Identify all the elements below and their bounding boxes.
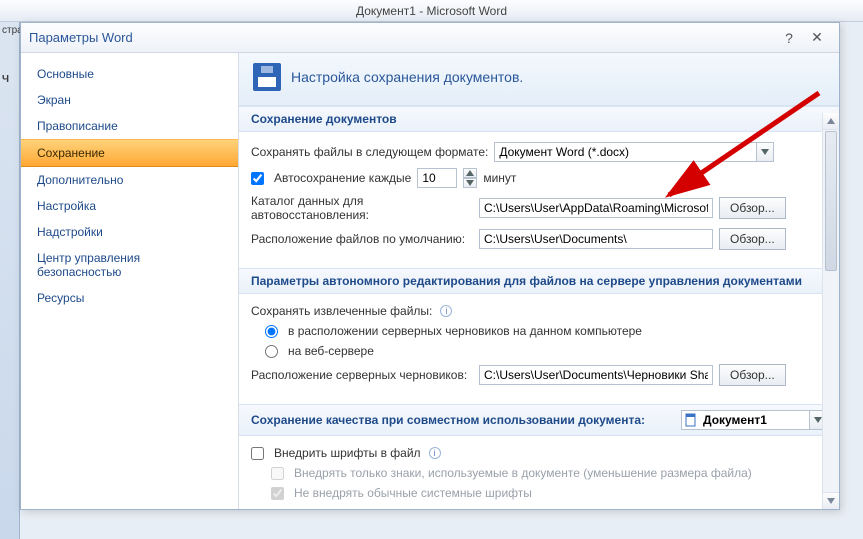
sidebar-item-proofing[interactable]: Правописание <box>21 113 238 139</box>
server-drafts-label: Расположение серверных черновиков: <box>251 368 473 382</box>
section-offline-title: Параметры автономного редактирования для… <box>239 268 839 294</box>
help-icon[interactable]: i <box>429 447 441 459</box>
drafts-server-label: на веб-сервере <box>288 344 374 358</box>
page-heading: Настройка сохранения документов. <box>291 69 523 85</box>
autosave-minutes[interactable] <box>417 168 457 188</box>
section-save-docs-title: Сохранение документов <box>239 106 839 132</box>
server-drafts-path[interactable] <box>479 365 713 385</box>
document-icon <box>681 410 699 430</box>
sidebar-item-customize[interactable]: Настройка <box>21 193 238 219</box>
autosave-label: Автосохранение каждые <box>274 171 411 185</box>
no-system-fonts-label: Не внедрять обычные системные шрифты <box>294 486 532 500</box>
autorecover-browse-button[interactable]: Обзор... <box>719 197 786 219</box>
default-location-label: Расположение файлов по умолчанию: <box>251 232 473 246</box>
default-location-browse-button[interactable]: Обзор... <box>719 228 786 250</box>
drafts-local-label: в расположении серверных черновиков на д… <box>288 324 642 338</box>
close-button[interactable]: ✕ <box>803 29 831 46</box>
embed-used-only-checkbox <box>271 467 284 480</box>
ribbon-strip: стра Ч <box>0 22 20 539</box>
autorecover-path[interactable] <box>479 198 713 218</box>
sidebar-item-trustcenter[interactable]: Центр управления безопасностью <box>21 245 238 285</box>
options-dialog: Параметры Word ? ✕ Основные Экран Правоп… <box>20 22 840 510</box>
server-drafts-browse-button[interactable]: Обзор... <box>719 364 786 386</box>
no-system-fonts-checkbox <box>271 487 284 500</box>
spinner-down-icon[interactable] <box>463 178 477 188</box>
drafts-server-radio[interactable] <box>265 345 278 358</box>
drafts-local-radio[interactable] <box>265 325 278 338</box>
save-icon <box>253 63 281 91</box>
chevron-down-icon[interactable] <box>756 142 774 162</box>
section-font-quality-title: Сохранение качества при совместном испол… <box>239 404 839 436</box>
autosave-checkbox[interactable] <box>251 172 264 185</box>
format-combo[interactable] <box>494 142 774 162</box>
sidebar-item-addins[interactable]: Надстройки <box>21 219 238 245</box>
options-main: Настройка сохранения документов. Сохране… <box>239 53 839 509</box>
scroll-down-icon[interactable] <box>823 492 839 509</box>
vertical-scrollbar[interactable] <box>822 113 839 509</box>
embed-fonts-checkbox[interactable] <box>251 447 264 460</box>
help-icon[interactable]: i <box>440 305 452 317</box>
embed-used-only-label: Внедрять только знаки, используемые в до… <box>294 466 752 480</box>
autosave-unit: минут <box>483 171 516 185</box>
sidebar-item-display[interactable]: Экран <box>21 87 238 113</box>
format-value[interactable] <box>494 142 756 162</box>
sidebar-item-save[interactable]: Сохранение <box>21 139 238 167</box>
embed-fonts-label: Внедрить шрифты в файл <box>274 446 421 460</box>
default-location-path[interactable] <box>479 229 713 249</box>
target-document-value[interactable] <box>699 410 809 430</box>
app-titlebar: Документ1 - Microsoft Word <box>0 0 863 22</box>
options-sidebar: Основные Экран Правописание Сохранение Д… <box>21 53 239 509</box>
format-label: Сохранять файлы в следующем формате: <box>251 145 488 159</box>
help-button[interactable]: ? <box>775 30 803 46</box>
app-title: Документ1 - Microsoft Word <box>356 4 507 18</box>
target-document-combo[interactable] <box>681 410 827 430</box>
spinner-up-icon[interactable] <box>463 168 477 178</box>
scroll-thumb[interactable] <box>825 131 837 271</box>
sidebar-item-advanced[interactable]: Дополнительно <box>21 167 238 193</box>
dialog-title: Параметры Word <box>29 30 775 45</box>
autorecover-label: Каталог данных для автовосстановления: <box>251 194 473 222</box>
save-checked-label: Сохранять извлеченные файлы: <box>251 304 432 318</box>
scroll-up-icon[interactable] <box>823 113 839 130</box>
dialog-titlebar[interactable]: Параметры Word ? ✕ <box>21 23 839 53</box>
sidebar-item-general[interactable]: Основные <box>21 61 238 87</box>
sidebar-item-resources[interactable]: Ресурсы <box>21 285 238 311</box>
